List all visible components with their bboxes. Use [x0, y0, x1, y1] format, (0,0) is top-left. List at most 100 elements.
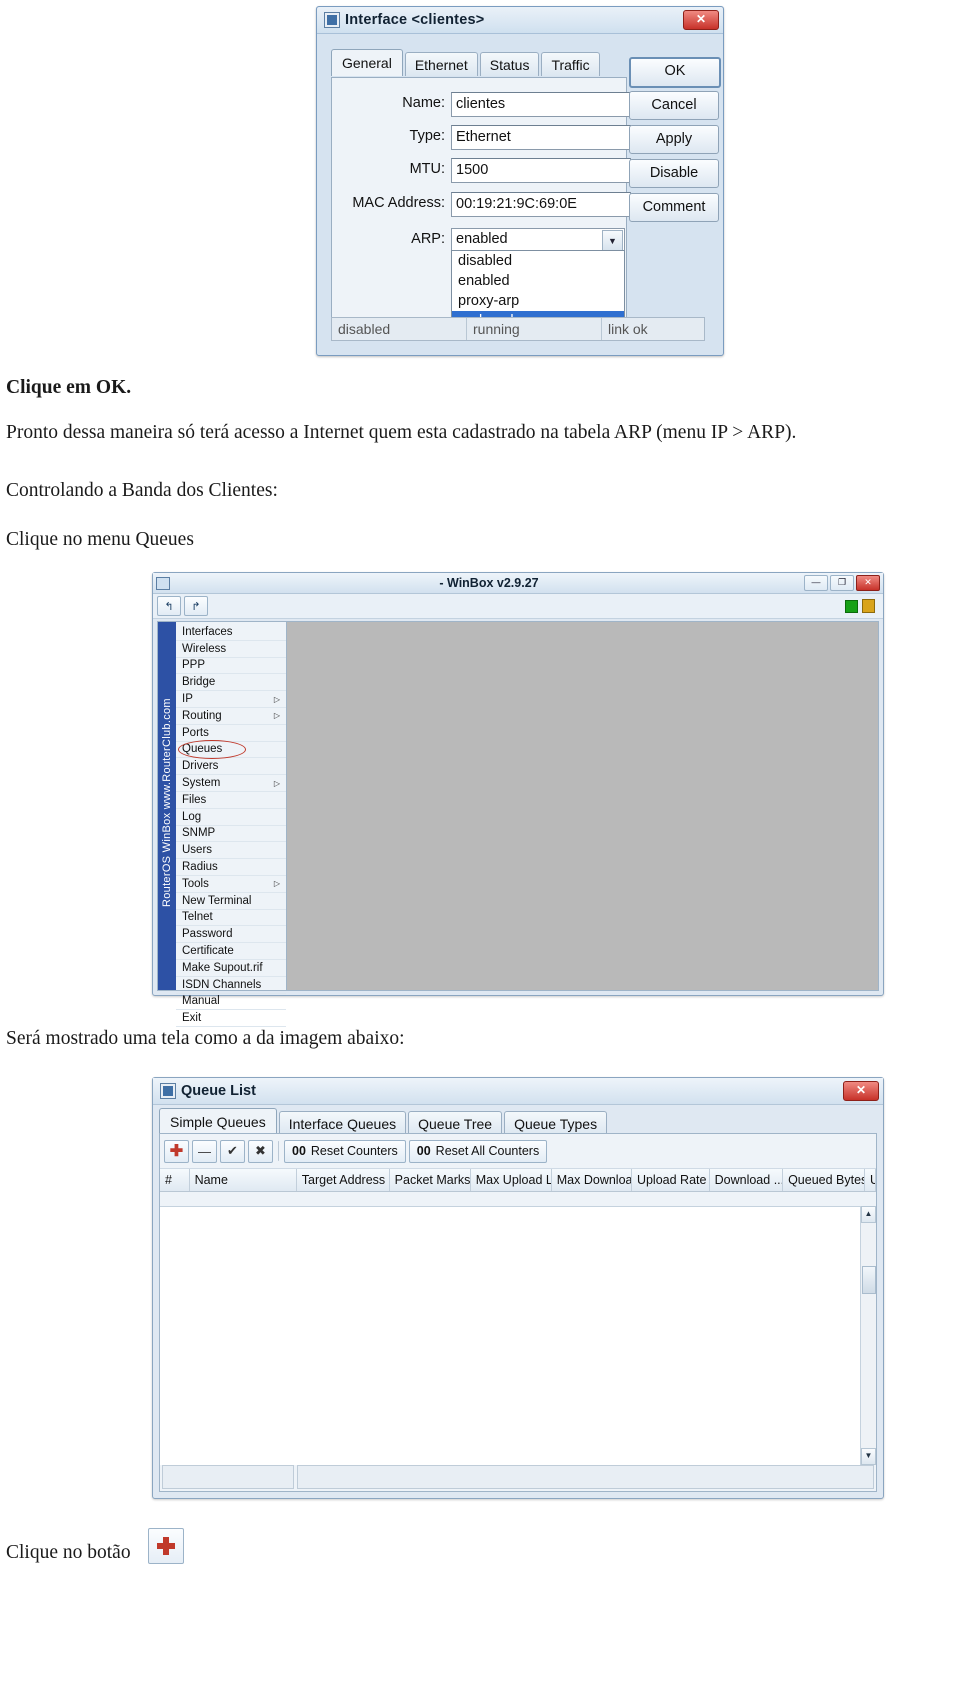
sidebar-label-snmp: SNMP: [182, 827, 216, 840]
queue-table-body[interactable]: [160, 1206, 876, 1465]
sidebar-item-new-terminal[interactable]: New Terminal: [176, 893, 286, 910]
redo-icon[interactable]: ↱: [184, 596, 208, 616]
column-upload-rate[interactable]: Upload Rate: [632, 1169, 710, 1191]
tab-status[interactable]: Status: [479, 52, 540, 76]
queue-list-window: Queue List ✕ Simple Queues Interface Que…: [152, 1077, 884, 1499]
sidebar-label-tools: Tools: [182, 877, 209, 890]
column-queued-bytes[interactable]: Queued Bytes: [783, 1169, 865, 1191]
tab-simple-queues[interactable]: Simple Queues: [159, 1108, 277, 1135]
arp-option-disabled[interactable]: disabled: [452, 251, 624, 271]
tab-general[interactable]: General: [331, 49, 403, 76]
tab-traffic[interactable]: Traffic: [541, 52, 600, 76]
cancel-button[interactable]: Cancel: [629, 91, 719, 120]
sidebar-item-ppp[interactable]: PPP: [176, 658, 286, 675]
undo-icon[interactable]: ↰: [157, 596, 181, 616]
sidebar-item-bridge[interactable]: Bridge: [176, 674, 286, 692]
window-icon: [324, 12, 340, 28]
type-field[interactable]: Ethernet: [451, 125, 631, 150]
tab-interface-queues[interactable]: Interface Queues: [278, 1111, 407, 1135]
winbox-icon: [156, 576, 170, 590]
column-max-upload[interactable]: Max Upload L...: [471, 1169, 552, 1191]
submenu-arrow-icon: ▷: [273, 711, 280, 721]
sidebar-label-manual: Manual: [182, 995, 220, 1008]
sidebar-item-interfaces[interactable]: Interfaces: [176, 624, 286, 641]
sidebar-label-users: Users: [182, 844, 213, 857]
vertical-scrollbar[interactable]: ▲ ▼: [860, 1206, 876, 1465]
sidebar-item-make-supout[interactable]: Make Supout.rif: [176, 960, 286, 977]
status-running: running: [467, 318, 602, 340]
paragraph-arp-info: Pronto dessa maneira só terá acesso a In…: [6, 422, 797, 443]
sidebar-item-files[interactable]: Files: [176, 792, 286, 809]
arp-option-proxy-arp[interactable]: proxy-arp: [452, 291, 624, 311]
sidebar-item-snmp[interactable]: SNMP: [176, 826, 286, 843]
sidebar-item-radius[interactable]: Radius: [176, 859, 286, 876]
reset-counters-button[interactable]: 00 Reset Counters: [284, 1139, 406, 1163]
sidebar-item-manual[interactable]: Manual: [176, 994, 286, 1011]
sidebar-label-radius: Radius: [182, 861, 218, 874]
arp-label: ARP:: [411, 231, 445, 247]
chevron-down-icon[interactable]: ▼: [602, 230, 623, 251]
scrollbar-thumb[interactable]: [862, 1266, 876, 1294]
status-link-ok: link ok: [608, 321, 648, 337]
ok-button[interactable]: OK: [629, 57, 721, 88]
minimize-icon[interactable]: —: [804, 575, 828, 591]
disable-queue-button[interactable]: ✖: [248, 1139, 273, 1163]
close-icon[interactable]: ✕: [843, 1081, 879, 1101]
sidebar-item-password[interactable]: Password: [176, 926, 286, 944]
sidebar-label-system: System: [182, 777, 221, 790]
scroll-up-arrow-icon[interactable]: ▲: [861, 1206, 876, 1223]
enable-queue-button[interactable]: ✔: [220, 1139, 245, 1163]
column-packet-marks[interactable]: Packet Marks: [390, 1169, 471, 1191]
interface-statusbar: disabled running link ok: [331, 317, 705, 341]
green-square-icon: [845, 599, 858, 613]
column-name[interactable]: Name: [190, 1169, 297, 1191]
status-disabled: disabled: [332, 318, 467, 340]
sidebar-item-routing[interactable]: Routing ▷: [176, 708, 286, 725]
sidebar-label-isdn-channels: ISDN Channels: [182, 978, 262, 991]
column-index[interactable]: #: [160, 1169, 190, 1191]
sidebar-item-ports[interactable]: Ports: [176, 725, 286, 742]
sidebar-item-wireless[interactable]: Wireless: [176, 641, 286, 658]
queue-tabs: Simple Queues Interface Queues Queue Tre…: [159, 1108, 609, 1135]
add-queue-button[interactable]: ✚: [164, 1139, 189, 1163]
paragraph-clique-ok: Clique em OK.: [6, 377, 132, 398]
sidebar-label-certificate: Certificate: [182, 945, 234, 958]
apply-button[interactable]: Apply: [629, 125, 719, 154]
maximize-icon[interactable]: ❐: [830, 575, 854, 591]
tab-queue-tree[interactable]: Queue Tree: [408, 1111, 503, 1135]
column-up[interactable]: Up: [865, 1169, 876, 1191]
sidebar-item-drivers[interactable]: Drivers: [176, 758, 286, 776]
column-max-download[interactable]: Max Downloa...: [552, 1169, 632, 1191]
mtu-field[interactable]: 1500: [451, 158, 631, 183]
name-field[interactable]: clientes: [451, 92, 631, 117]
sidebar-item-isdn-channels[interactable]: ISDN Channels: [176, 977, 286, 994]
tab-ethernet[interactable]: Ethernet: [404, 52, 478, 76]
sidebar-label-wireless: Wireless: [182, 642, 227, 655]
disable-button[interactable]: Disable: [629, 159, 719, 188]
sidebar-item-system[interactable]: System ▷: [176, 775, 286, 792]
close-icon[interactable]: ✕: [683, 10, 719, 30]
comment-button[interactable]: Comment: [629, 193, 719, 222]
column-download-rate[interactable]: Download ...: [710, 1169, 784, 1191]
tab-queue-types[interactable]: Queue Types: [504, 1111, 608, 1135]
sidebar-item-telnet[interactable]: Telnet: [176, 910, 286, 927]
reset-all-counters-label: Reset All Counters: [435, 1144, 540, 1158]
queue-table-header: # Name Target Address Packet Marks Max U…: [160, 1169, 876, 1192]
mac-address-field[interactable]: 00:19:21:9C:69:0E: [451, 192, 631, 217]
reset-all-counters-button[interactable]: 00 Reset All Counters: [408, 1139, 548, 1163]
arp-combobox[interactable]: enabled ▼: [451, 228, 625, 251]
remove-queue-button[interactable]: —: [192, 1139, 217, 1163]
arp-option-enabled[interactable]: enabled: [452, 271, 624, 291]
close-icon[interactable]: ✕: [856, 575, 880, 591]
column-target-address[interactable]: Target Address: [297, 1169, 390, 1191]
sidebar-item-ip[interactable]: IP ▷: [176, 691, 286, 708]
interface-window-body: General Ethernet Status Traffic Name: cl…: [325, 39, 721, 347]
sidebar-item-tools[interactable]: Tools ▷: [176, 876, 286, 893]
sidebar-item-queues[interactable]: Queues: [176, 739, 286, 759]
winbox-status-icons: [845, 599, 879, 613]
sidebar-item-log[interactable]: Log: [176, 809, 286, 826]
sidebar-item-users[interactable]: Users: [176, 842, 286, 860]
interface-tabs: General Ethernet Status Traffic: [331, 49, 602, 76]
sidebar-item-certificate[interactable]: Certificate: [176, 943, 286, 960]
sidebar-item-exit[interactable]: Exit: [176, 1010, 286, 1028]
